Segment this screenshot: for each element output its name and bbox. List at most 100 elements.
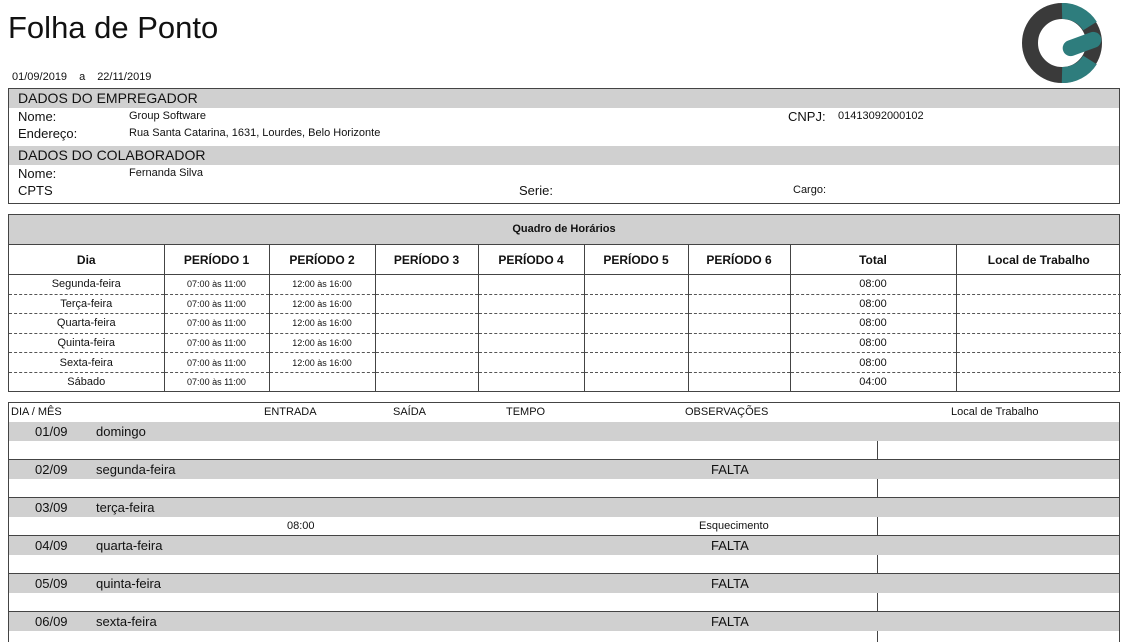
- schedule-row: Sexta-feira 07:00 às 11:00 12:00 às 16:00 0…: [9, 352, 1121, 373]
- col-tempo: TEMPO: [506, 406, 546, 418]
- employer-address-label: Endereço:: [18, 126, 78, 141]
- schedule-col-header: Dia: [9, 245, 165, 275]
- company-logo-icon: [1022, 3, 1102, 83]
- day-weekday: terça-feira: [96, 500, 155, 515]
- day-record-header: 05/09 quinta-feira FALTA: [9, 574, 1119, 593]
- schedule-cell: [688, 333, 791, 354]
- schedule-col-header: PERÍODO 4: [478, 245, 585, 275]
- schedule-col-header: Total: [790, 245, 957, 275]
- day-observation-status: FALTA: [711, 538, 749, 553]
- schedule-cell: [478, 352, 585, 373]
- header-data-box: DADOS DO EMPREGADOR Nome: Group Software…: [8, 88, 1120, 204]
- schedule-day-cell: Sábado: [9, 372, 165, 392]
- schedule-cell: [478, 274, 585, 295]
- schedule-cell: 07:00 às 11:00: [164, 372, 270, 392]
- schedule-cell: 12:00 às 16:00: [269, 274, 376, 295]
- col-observacoes: OBSERVAÇÕES: [685, 406, 769, 418]
- column-divider: [877, 593, 878, 611]
- schedule-cell: [584, 313, 689, 334]
- schedule-cell: [584, 274, 689, 295]
- schedule-day-cell: Quarta-feira: [9, 313, 165, 334]
- schedule-header-row: Dia PERÍODO 1 PERÍODO 2 PERÍODO 3 PERÍOD…: [9, 245, 1121, 275]
- day-record-detail: [9, 479, 1119, 498]
- day-record-detail: [9, 593, 1119, 612]
- day-record-header: 03/09 terça-feira: [9, 498, 1119, 517]
- date-range: 01/09/2019 a 22/11/2019: [12, 71, 163, 83]
- schedule-col-header: PERÍODO 2: [269, 245, 376, 275]
- schedule-cell: [375, 294, 479, 315]
- day-date: 02/09: [35, 462, 68, 477]
- schedule-cell: [956, 313, 1121, 334]
- cpts-label: CPTS: [18, 183, 53, 198]
- day-record-detail: [9, 555, 1119, 574]
- schedule-cell: [478, 333, 585, 354]
- column-divider: [877, 555, 878, 573]
- schedule-col-header: Local de Trabalho: [956, 245, 1121, 275]
- cnpj-label: CNPJ:: [788, 109, 826, 124]
- schedule-cell: 07:00 às 11:00: [164, 333, 270, 354]
- records-box: DIA / MÊS ENTRADA SAÍDA TEMPO OBSERVAÇÕE…: [8, 402, 1120, 642]
- schedule-cell: [688, 352, 791, 373]
- schedule-cell: [375, 313, 479, 334]
- schedule-cell: 12:00 às 16:00: [269, 294, 376, 315]
- schedule-cell: [584, 352, 689, 373]
- employee-section-title: DADOS DO COLABORADOR: [9, 146, 1119, 165]
- schedule-col-header: PERÍODO 5: [584, 245, 689, 275]
- employer-name-row: Nome: Group Software CNPJ: 0141309200010…: [9, 108, 1119, 125]
- schedule-row: Terça-feira 07:00 às 11:00 12:00 às 16:00 0…: [9, 294, 1121, 315]
- schedule-cell: 12:00 às 16:00: [269, 352, 376, 373]
- schedule-cell: [375, 333, 479, 354]
- employee-name-label: Nome:: [18, 166, 57, 181]
- schedule-total-cell: 04:00: [790, 372, 957, 392]
- schedule-row: Sábado 07:00 às 11:00 04:00: [9, 372, 1121, 392]
- employer-name: Group Software: [129, 110, 207, 122]
- employer-address: Rua Santa Catarina, 1631, Lourdes, Belo …: [129, 127, 381, 139]
- day-record-detail: 08:00 Esquecimento: [9, 517, 1119, 536]
- day-record-header: 04/09 quarta-feira FALTA: [9, 536, 1119, 555]
- day-date: 01/09: [35, 424, 68, 439]
- schedule-total-cell: 08:00: [790, 313, 957, 334]
- day-record-header: 01/09 domingo: [9, 422, 1119, 441]
- day-weekday: segunda-feira: [96, 462, 176, 477]
- schedule-cell: [375, 274, 479, 295]
- schedule-cell: [478, 313, 585, 334]
- schedule-cell: 12:00 às 16:00: [269, 313, 376, 334]
- schedule-day-cell: Terça-feira: [9, 294, 165, 315]
- day-weekday: quinta-feira: [96, 576, 162, 591]
- col-dia-mes: DIA / MÊS: [11, 406, 62, 418]
- day-date: 06/09: [35, 614, 68, 629]
- schedule-cell: [956, 333, 1121, 354]
- schedule-day-cell: Quinta-feira: [9, 333, 165, 354]
- day-date: 04/09: [35, 538, 68, 553]
- day-observation: Esquecimento: [699, 520, 769, 532]
- schedule-cell: 07:00 às 11:00: [164, 313, 270, 334]
- page-title: Folha de Ponto: [8, 10, 219, 45]
- day-date: 03/09: [35, 500, 68, 515]
- employee-doc-row: CPTS Serie: Cargo:: [9, 182, 1119, 199]
- day-observation-status: FALTA: [711, 462, 749, 477]
- day-record-header: 02/09 segunda-feira FALTA: [9, 460, 1119, 479]
- employee-name-row: Nome: Fernanda Silva: [9, 165, 1119, 182]
- schedule-table: Dia PERÍODO 1 PERÍODO 2 PERÍODO 3 PERÍOD…: [9, 245, 1121, 392]
- schedule-col-header: PERÍODO 6: [688, 245, 791, 275]
- schedule-cell: [269, 372, 376, 392]
- col-saida: SAÍDA: [393, 406, 427, 418]
- col-entrada: ENTRADA: [264, 406, 317, 418]
- schedule-cell: [584, 294, 689, 315]
- schedule-cell: [478, 372, 585, 392]
- day-record-header: 06/09 sexta-feira FALTA: [9, 612, 1119, 631]
- day-weekday: sexta-feira: [96, 614, 157, 629]
- schedule-cell: 12:00 às 16:00: [269, 333, 376, 354]
- schedule-row: Quarta-feira 07:00 às 11:00 12:00 às 16:00…: [9, 313, 1121, 334]
- day-entrada: 08:00: [287, 520, 315, 532]
- day-record-detail: [9, 441, 1119, 460]
- schedule-cell: [688, 294, 791, 315]
- schedule-box: Quadro de Horários Dia PERÍODO 1 PERÍODO…: [8, 214, 1121, 392]
- schedule-total-cell: 08:00: [790, 294, 957, 315]
- period-start: 01/09/2019: [12, 71, 68, 83]
- schedule-row: Segunda-feira 07:00 às 11:00 12:00 às 16:0…: [9, 274, 1121, 295]
- schedule-total-cell: 08:00: [790, 333, 957, 354]
- schedule-total-cell: 08:00: [790, 274, 957, 295]
- schedule-title: Quadro de Horários: [9, 215, 1119, 245]
- schedule-cell: [688, 274, 791, 295]
